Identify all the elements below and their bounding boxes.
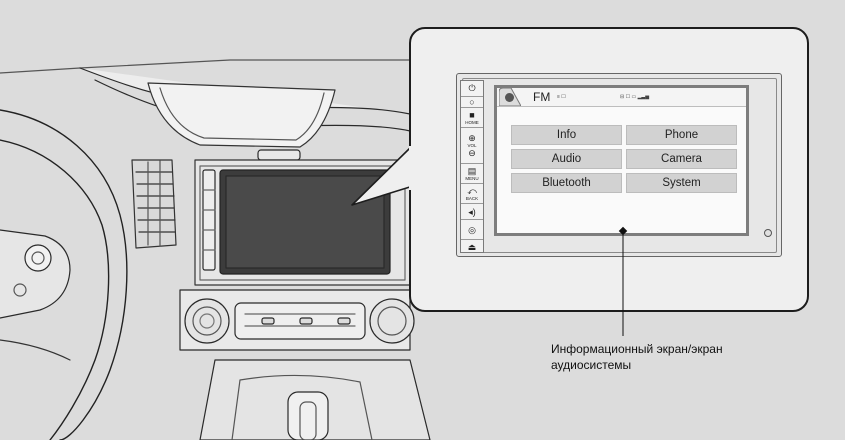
dot-button[interactable]: ○ <box>461 97 483 108</box>
menu-audio-label: Audio <box>551 153 582 165</box>
power-icon: ⏻ <box>468 83 476 93</box>
home-label: HOME <box>465 120 479 125</box>
power-button[interactable]: ⏻ <box>461 80 483 97</box>
menu-bluetooth-button[interactable]: Bluetooth <box>511 173 622 193</box>
figure: ⏻ ○ ■ HOME ⊕ VOL ⊖ ▤ MENU ⤺ BACK ◂) ◎ ⏏ … <box>0 0 845 440</box>
menu-bluetooth-label: Bluetooth <box>542 177 591 189</box>
caption-line-1: Информационный экран/экран <box>551 342 723 356</box>
back-icon: ⤺ <box>467 186 477 196</box>
volume-down-icon: ⊖ <box>468 148 476 158</box>
menu-label: MENU <box>465 176 479 181</box>
menu-info-label: Info <box>556 129 577 141</box>
back-button[interactable]: ⤺ BACK <box>461 184 483 204</box>
home-screen-icon[interactable] <box>505 93 514 102</box>
leader-line <box>622 232 624 336</box>
selector-icon: ◎ <box>468 224 476 235</box>
menu-icon: ▤ <box>467 166 477 176</box>
menu-phone-label: Phone <box>664 129 699 141</box>
menu-phone-button[interactable]: Phone <box>626 125 737 145</box>
menu-system-button[interactable]: System <box>626 173 737 193</box>
menu-system-label: System <box>662 177 701 189</box>
menu-info-button[interactable]: Info <box>511 125 622 145</box>
sound-button[interactable]: ◂) <box>461 204 483 220</box>
caption-line-2: аудиосистемы <box>551 358 632 372</box>
menu-camera-label: Camera <box>661 153 702 165</box>
caption: Информационный экран/экран аудиосистемы <box>551 341 723 373</box>
source-label: FM <box>533 90 551 104</box>
station-info: ≡ ☐ <box>557 94 566 100</box>
selector-knob[interactable]: ◎ <box>461 220 483 240</box>
status-icons: ⊟ ☐ ▭ ▂▃▅ <box>620 94 650 100</box>
back-label: BACK <box>465 196 479 201</box>
eject-button[interactable]: ⏏ <box>461 240 483 253</box>
sound-icon: ◂) <box>468 206 476 217</box>
home-button[interactable]: ■ HOME <box>461 108 483 128</box>
bezel-knob[interactable] <box>764 229 772 237</box>
callout-pointer-mask <box>409 146 423 190</box>
volume-knob[interactable]: ⊕ VOL ⊖ <box>461 128 483 164</box>
volume-icon: ⊕ <box>468 133 476 143</box>
menu-camera-button[interactable]: Camera <box>626 149 737 169</box>
menu-audio-button[interactable]: Audio <box>511 149 622 169</box>
home-icon: ■ <box>469 110 475 120</box>
eject-icon: ⏏ <box>467 241 477 252</box>
menu-button[interactable]: ▤ MENU <box>461 164 483 184</box>
dot-icon: ○ <box>469 97 475 107</box>
